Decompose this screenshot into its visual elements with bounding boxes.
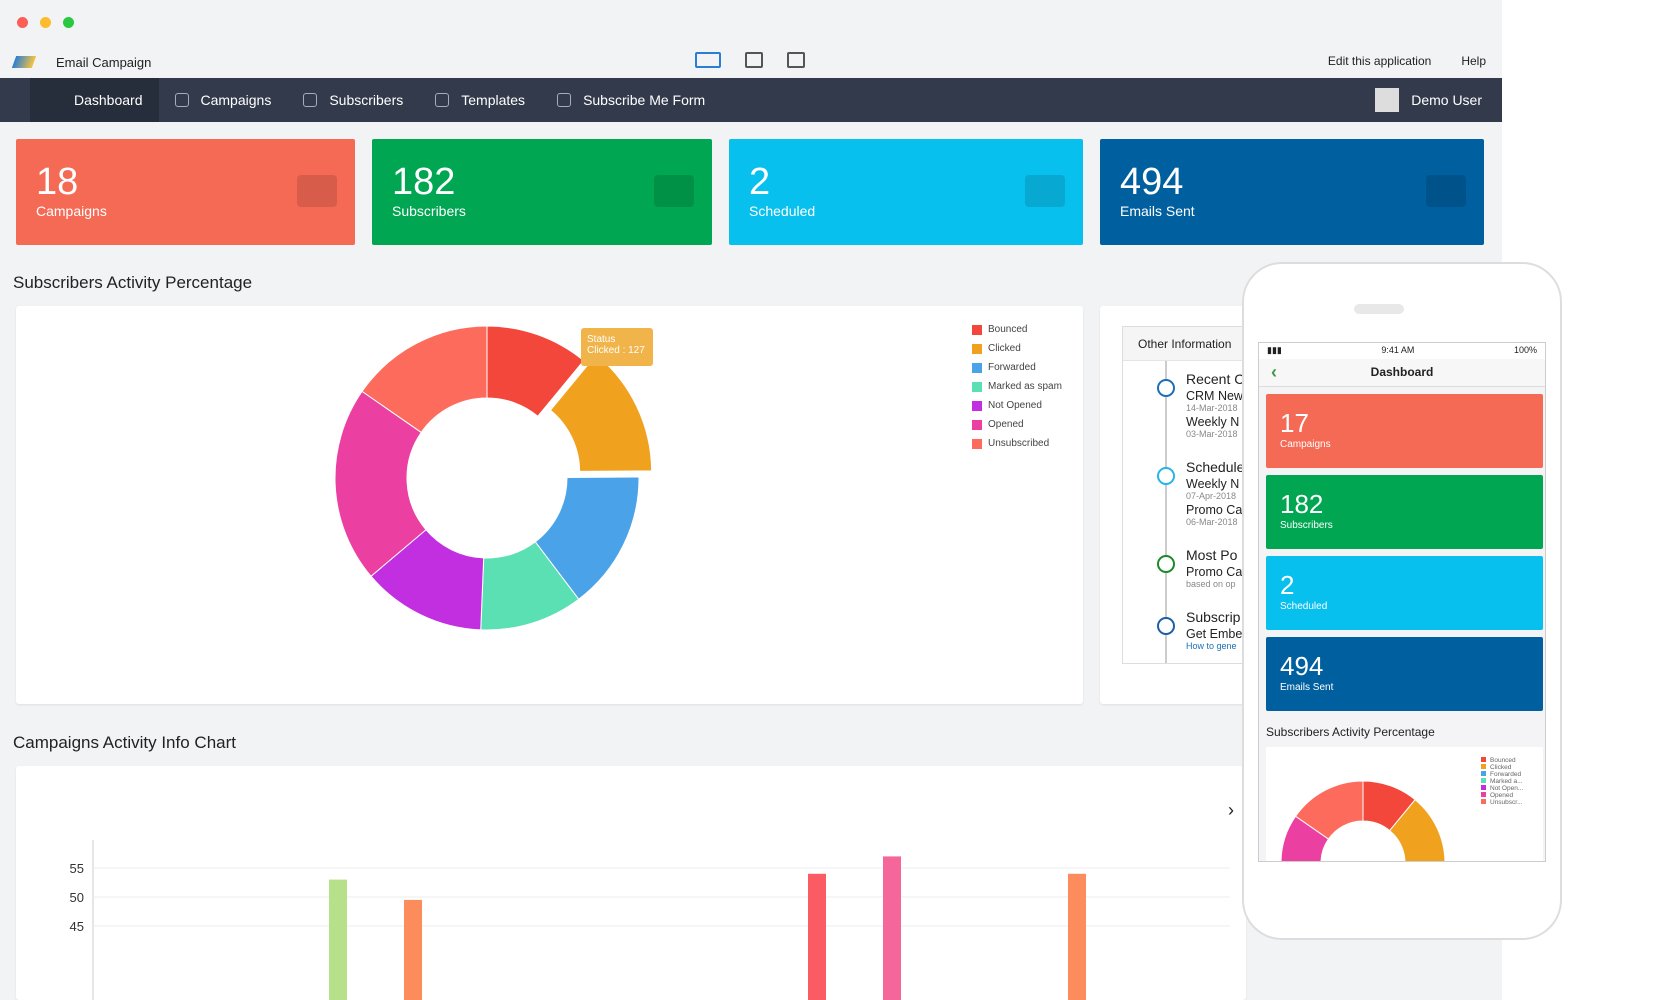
y-tick-label: 50 xyxy=(70,890,84,905)
bar[interactable] xyxy=(1068,873,1086,1000)
bar[interactable] xyxy=(808,873,826,1000)
phone-legend: Bounced Clicked Forwarded Marked a... Not Op… xyxy=(1481,757,1523,806)
legend-label: Forwarded xyxy=(1490,771,1522,778)
legend-label: Not Open... xyxy=(1490,785,1524,792)
legend-item: Clicked xyxy=(1481,764,1523,771)
help-link[interactable]: Help xyxy=(1461,54,1486,68)
edit-app-link[interactable]: Edit this application xyxy=(1328,54,1431,68)
legend-item: Unsubscr... xyxy=(1481,799,1523,806)
bar[interactable] xyxy=(329,879,347,1000)
legend-label: Bounced xyxy=(1490,757,1516,764)
legend-item: Not Open... xyxy=(1481,785,1523,792)
phone-preview: ▮▮▮ 9:41 AM 100% ‹ Dashboard 17 Campaigns 18… xyxy=(1242,262,1562,940)
y-tick-label: 55 xyxy=(70,861,84,876)
avatar xyxy=(1375,88,1400,112)
user-name: Demo User xyxy=(1411,92,1482,108)
phone-speaker xyxy=(1354,304,1404,314)
legend-item: Bounced xyxy=(1481,757,1523,764)
legend-label: Unsubscr... xyxy=(1490,799,1523,806)
legend-item: Opened xyxy=(1481,792,1523,799)
legend-label: Clicked xyxy=(1490,764,1512,771)
legend-label: Opened xyxy=(1490,792,1514,799)
bar-chart: 45 50 55 xyxy=(70,840,1230,1000)
legend-label: Marked a... xyxy=(1490,778,1523,785)
bar[interactable] xyxy=(883,856,901,1000)
bar[interactable] xyxy=(404,899,422,1000)
y-tick-label: 45 xyxy=(70,919,84,934)
legend-item: Forwarded xyxy=(1481,771,1523,778)
user-menu[interactable]: Demo User xyxy=(1375,78,1502,122)
phone-screen: ▮▮▮ 9:41 AM 100% ‹ Dashboard 17 Campaigns 18… xyxy=(1258,342,1546,862)
envelope-icon xyxy=(1426,175,1466,207)
legend-item: Marked a... xyxy=(1481,778,1523,785)
